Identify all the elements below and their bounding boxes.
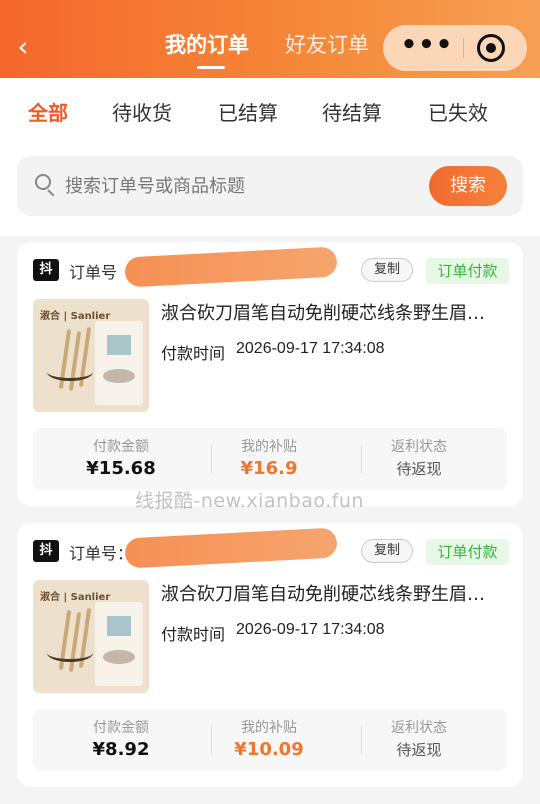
back-arrow-icon[interactable]: ‹ bbox=[10, 30, 36, 64]
order-card[interactable]: 抖 订单号 复制 订单付款 淑合 | Sanlier 淑合砍刀眉笔自动免削硬芯线… bbox=[17, 242, 523, 506]
search-area: 搜索 bbox=[0, 148, 540, 236]
payment-amount: 付款金额 ¥8.92 bbox=[51, 717, 191, 760]
watermark-text: 线报酷-new.xianbao.fun bbox=[135, 490, 364, 512]
product-title[interactable]: 淑合砍刀眉笔自动免削硬芯线条野生眉… bbox=[161, 299, 513, 325]
status-tab-pending-settlement[interactable]: 待结算 bbox=[322, 97, 382, 126]
search-input[interactable] bbox=[65, 170, 415, 202]
top-header: ‹ 我的订单 好友订单 ••• bbox=[0, 0, 540, 78]
my-subsidy-label: 我的补贴 bbox=[241, 439, 297, 455]
order-stats: 付款金额 ¥8.92 我的补贴 ¥10.09 返利状态 待返现 bbox=[33, 709, 507, 771]
capsule-divider bbox=[463, 38, 464, 58]
more-dots-icon[interactable]: ••• bbox=[397, 30, 457, 66]
pay-time-value: 2026-09-17 17:34:08 bbox=[236, 340, 385, 357]
douyin-platform-badge: 抖 bbox=[33, 259, 59, 281]
rebate-status: 返利状态 待返现 bbox=[349, 436, 489, 479]
my-subsidy-value: ¥16.9 bbox=[240, 458, 298, 479]
order-status-badge: 订单付款 bbox=[426, 258, 509, 284]
my-subsidy: 我的补贴 ¥16.9 bbox=[199, 436, 339, 479]
target-icon[interactable] bbox=[477, 34, 505, 62]
product-title[interactable]: 淑合砍刀眉笔自动免削硬芯线条野生眉… bbox=[161, 580, 513, 606]
status-tab-all[interactable]: 全部 bbox=[28, 97, 68, 126]
order-number-label: 订单号： bbox=[69, 544, 134, 563]
search-icon bbox=[35, 174, 55, 198]
order-status-tabs: 全部 待收货 已结算 待结算 已失效 bbox=[0, 78, 540, 148]
thumb-brand: 淑合 | Sanlier bbox=[40, 311, 111, 322]
payment-amount-label: 付款金额 bbox=[93, 439, 149, 455]
payment-amount: 付款金额 ¥15.68 bbox=[51, 436, 191, 479]
rebate-status-value: 待返现 bbox=[396, 741, 442, 759]
mini-program-capsule: ••• bbox=[383, 25, 527, 71]
rebate-status-label: 返利状态 bbox=[391, 720, 447, 736]
rebate-status-value: 待返现 bbox=[396, 460, 442, 478]
product-thumbnail[interactable]: 淑合 | Sanlier bbox=[33, 299, 149, 412]
search-button[interactable]: 搜索 bbox=[429, 166, 507, 206]
active-tab-indicator bbox=[197, 66, 225, 69]
my-subsidy-value: ¥10.09 bbox=[234, 739, 304, 760]
status-tab-settled[interactable]: 已结算 bbox=[218, 97, 278, 126]
order-status-badge: 订单付款 bbox=[426, 539, 509, 565]
pay-time-label: 付款时间 bbox=[161, 344, 226, 363]
payment-amount-value: ¥8.92 bbox=[92, 739, 150, 760]
order-number-label: 订单号 bbox=[69, 263, 118, 282]
my-subsidy-label: 我的补贴 bbox=[241, 720, 297, 736]
tab-friend-orders[interactable]: 好友订单 bbox=[285, 30, 369, 64]
my-subsidy: 我的补贴 ¥10.09 bbox=[199, 717, 339, 760]
tab-my-orders[interactable]: 我的订单 bbox=[165, 30, 249, 64]
pay-time-label: 付款时间 bbox=[161, 625, 226, 644]
redacted-order-number bbox=[124, 527, 338, 569]
status-tab-to-receive[interactable]: 待收货 bbox=[112, 97, 172, 126]
rebate-status: 返利状态 待返现 bbox=[349, 717, 489, 760]
pay-time-value: 2026-09-17 17:34:08 bbox=[236, 621, 385, 638]
douyin-platform-badge: 抖 bbox=[33, 540, 59, 562]
product-thumbnail[interactable]: 淑合 | Sanlier bbox=[33, 580, 149, 693]
status-tab-expired[interactable]: 已失效 bbox=[428, 97, 488, 126]
order-stats: 付款金额 ¥15.68 我的补贴 ¥16.9 返利状态 待返现 bbox=[33, 428, 507, 490]
thumb-brand: 淑合 | Sanlier bbox=[40, 592, 111, 603]
payment-amount-value: ¥15.68 bbox=[86, 458, 156, 479]
search-box: 搜索 bbox=[17, 156, 523, 216]
payment-amount-label: 付款金额 bbox=[93, 720, 149, 736]
copy-order-button[interactable]: 复制 bbox=[361, 258, 413, 282]
redacted-order-number bbox=[124, 246, 338, 288]
order-card[interactable]: 抖 订单号： 复制 订单付款 淑合 | Sanlier 淑合砍刀眉笔自动免削硬芯… bbox=[17, 523, 523, 787]
rebate-status-label: 返利状态 bbox=[391, 439, 447, 455]
copy-order-button[interactable]: 复制 bbox=[361, 539, 413, 563]
